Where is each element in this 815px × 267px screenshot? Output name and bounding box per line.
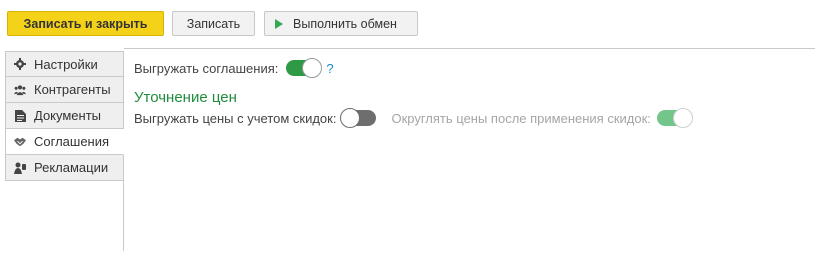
tab-counterparties[interactable]: Контрагенты [5,77,124,103]
save-and-close-button[interactable]: Записать и закрыть [7,11,164,36]
run-exchange-button[interactable]: Выполнить обмен [264,11,418,36]
handshake-icon [14,136,26,148]
tabs-divider [123,181,124,251]
tab-settings[interactable]: Настройки [5,51,124,77]
export-agreements-row: Выгружать соглашения: ? [134,58,334,78]
export-agreements-label: Выгружать соглашения: [134,60,279,76]
tab-counterparties-label: Контрагенты [34,82,111,97]
discount-prices-label: Выгружать цены с учетом скидок: [134,110,337,126]
tab-documents-label: Документы [34,108,102,123]
tab-agreements-label: Соглашения [34,134,110,149]
side-tabs: Настройки Контрагенты Документы Соглашен… [5,51,124,181]
round-prices-label: Округлять цены после применения скидок: [391,110,651,126]
price-options-row: Выгружать цены с учетом скидок: Округлят… [134,108,693,128]
content-top-divider [124,48,815,49]
complaint-icon [14,162,26,174]
gear-icon [14,58,26,70]
save-and-close-label: Записать и закрыть [23,16,148,31]
export-agreements-toggle[interactable] [286,58,323,78]
run-exchange-label: Выполнить обмен [293,16,397,31]
document-icon [14,109,26,122]
tab-settings-label: Настройки [34,56,98,72]
play-icon [275,18,283,29]
tab-agreements[interactable]: Соглашения [5,129,124,155]
save-label: Записать [186,16,241,31]
tab-complaints-label: Рекламации [34,160,109,175]
price-section-title: Уточнение цен [134,89,237,106]
tab-documents[interactable]: Документы [5,103,124,129]
people-icon [14,84,26,96]
discount-prices-toggle[interactable] [340,108,377,128]
round-prices-toggle [656,108,693,128]
help-icon[interactable]: ? [326,61,333,76]
tab-complaints[interactable]: Рекламации [5,155,124,181]
save-button[interactable]: Записать [172,11,255,36]
